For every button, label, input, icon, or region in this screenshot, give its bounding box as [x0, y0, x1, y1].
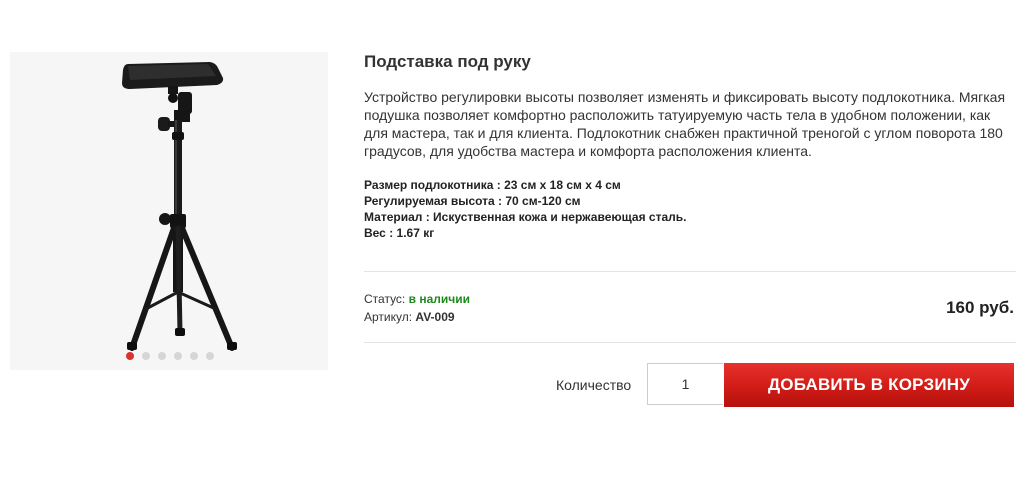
gallery-dot[interactable]	[206, 352, 214, 360]
tripod-armrest-image	[122, 62, 237, 351]
spec-size: Размер подлокотника : 23 см х 18 см х 4 …	[364, 178, 621, 192]
gallery-pagination	[126, 352, 214, 360]
status-label: Статус:	[364, 292, 406, 306]
product-specs: Размер подлокотника : 23 см х 18 см х 4 …	[364, 177, 686, 241]
sku: Артикул: AV-009	[364, 310, 455, 324]
gallery-dot[interactable]	[190, 352, 198, 360]
stock-status: Статус: в наличии	[364, 292, 470, 306]
divider	[364, 271, 1016, 272]
gallery-dot[interactable]	[174, 352, 182, 360]
gallery-dot[interactable]	[126, 352, 134, 360]
quantity-label: Количество	[556, 377, 632, 393]
divider	[364, 342, 1016, 343]
gallery-dot[interactable]	[142, 352, 150, 360]
sku-label: Артикул:	[364, 310, 413, 324]
product-price: 160 руб.	[946, 298, 1014, 317]
product-gallery	[10, 52, 328, 370]
product-description: Устройство регулировки высоты позволяет …	[364, 89, 1006, 159]
sku-value: AV-009	[415, 310, 455, 324]
product-title: Подставка под руку	[364, 52, 531, 71]
quantity-input[interactable]	[647, 363, 723, 405]
spec-material: Материал : Искуственная кожа и нержавеющ…	[364, 210, 687, 224]
status-value: в наличии	[408, 292, 470, 306]
spec-weight: Вес : 1.67 кг	[364, 226, 435, 240]
add-to-cart-button[interactable]: ДОБАВИТЬ В КОРЗИНУ	[724, 363, 1014, 407]
spec-height: Регулируемая высота : 70 см-120 см	[364, 194, 581, 208]
gallery-dot[interactable]	[158, 352, 166, 360]
